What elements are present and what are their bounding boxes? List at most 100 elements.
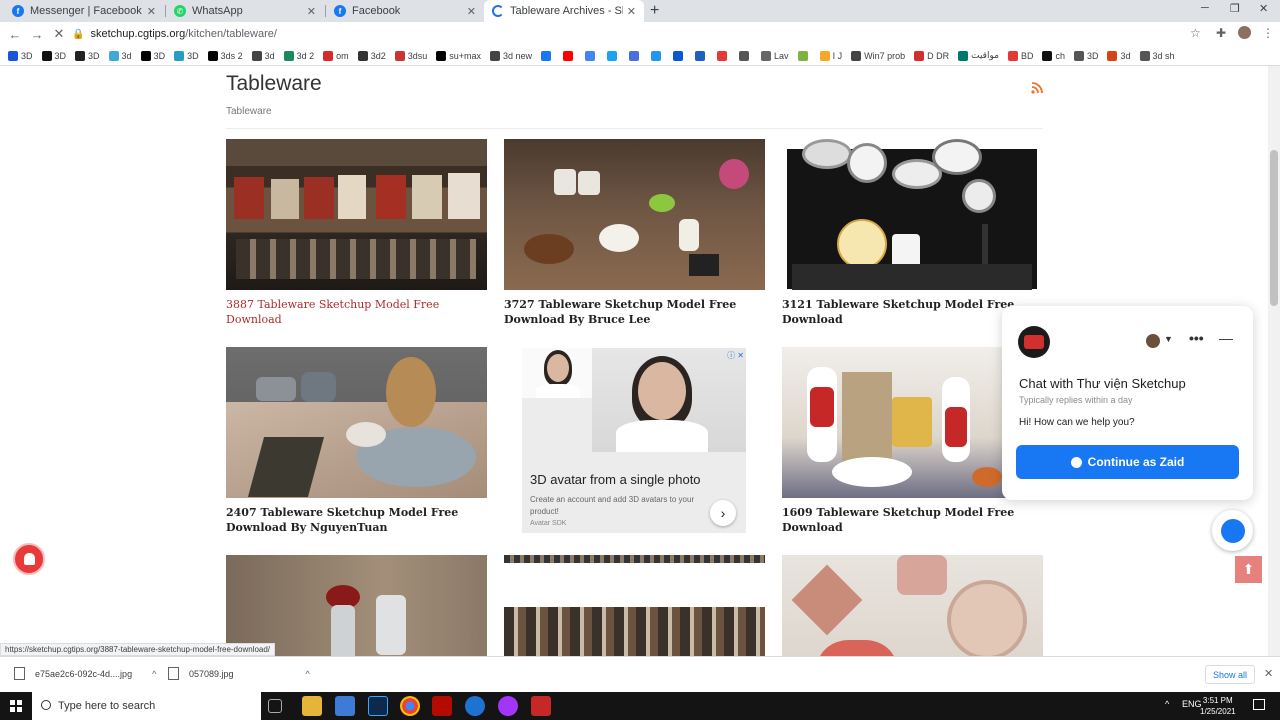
post-card[interactable]: 3121 Tableware Sketchup Model Free Downl… — [782, 139, 1043, 327]
notification-bell-button[interactable] — [13, 543, 45, 575]
bookmark-item[interactable]: 3d — [108, 50, 132, 61]
chevron-up-icon[interactable]: ^ — [152, 669, 156, 679]
bookmark-item[interactable]: BD — [1007, 50, 1033, 61]
post-title-link[interactable]: 2407 Tableware Sketchup Model Free Downl… — [226, 505, 487, 535]
close-tab-icon[interactable]: ✕ — [627, 5, 636, 18]
language-indicator[interactable]: ENG — [1182, 699, 1202, 709]
bookmark-item[interactable]: su+max — [436, 50, 481, 61]
bookmark-item[interactable]: 3D — [140, 50, 165, 61]
bookmark-item[interactable] — [607, 50, 620, 61]
extensions-icon[interactable]: ✚ — [1216, 26, 1226, 40]
bookmark-item[interactable] — [651, 50, 664, 61]
bookmark-item[interactable]: 3D — [8, 50, 33, 61]
chevron-up-icon[interactable]: ^ — [306, 669, 310, 679]
bookmark-item[interactable]: 3D — [75, 50, 100, 61]
file-explorer-icon[interactable] — [302, 696, 322, 716]
scroll-to-top-button[interactable]: ⬆ — [1235, 556, 1262, 583]
post-card[interactable] — [226, 555, 487, 656]
post-card[interactable] — [504, 555, 765, 656]
bookmark-item[interactable]: D DR — [914, 50, 949, 61]
notification-center-icon[interactable] — [1253, 699, 1265, 710]
tray-chevron-icon[interactable]: ^ — [1165, 699, 1169, 709]
calculator-icon[interactable] — [335, 696, 355, 716]
tab-tableware[interactable]: Tableware Archives - Sketchup - ✕ — [484, 0, 644, 22]
stop-loading-button[interactable]: ✕ — [48, 26, 70, 42]
bookmark-item[interactable]: I J — [819, 50, 842, 61]
post-card[interactable]: 3887 Tableware Sketchup Model Free Downl… — [226, 139, 487, 327]
post-card[interactable] — [782, 555, 1043, 656]
close-tab-icon[interactable]: ✕ — [147, 5, 156, 18]
bookmark-item[interactable]: 3d — [251, 50, 275, 61]
advertisement[interactable]: ⓘ ✕ 3D avatar from a single photo Create… — [522, 348, 746, 533]
avatar[interactable] — [1146, 334, 1160, 348]
bookmark-item[interactable] — [629, 50, 642, 61]
taskbar-search-box[interactable]: Type here to search — [32, 692, 261, 720]
windows-start-button[interactable] — [0, 692, 32, 720]
bookmark-item[interactable]: 3ds 2 — [207, 50, 243, 61]
bookmark-item[interactable]: 3d2 — [357, 50, 386, 61]
profile-avatar[interactable] — [1238, 26, 1251, 39]
chrome-icon[interactable] — [400, 696, 420, 716]
post-thumbnail[interactable] — [226, 555, 487, 656]
photoshop-icon[interactable] — [368, 696, 388, 716]
tab-messenger[interactable]: f Messenger | Facebook ✕ — [4, 0, 164, 22]
bookmark-item[interactable] — [717, 50, 730, 61]
teamviewer-icon[interactable] — [465, 696, 485, 716]
post-thumbnail[interactable] — [782, 555, 1043, 656]
tab-facebook[interactable]: f Facebook ✕ — [326, 0, 484, 22]
bookmark-item[interactable]: 3d sh — [1139, 50, 1175, 61]
bookmark-item[interactable]: Win7 prob — [851, 50, 905, 61]
chevron-right-icon[interactable]: › — [710, 500, 736, 526]
bookmark-item[interactable]: 3dsu — [394, 50, 427, 61]
post-thumbnail[interactable] — [504, 139, 765, 290]
sketchup-app-icon[interactable] — [531, 696, 551, 716]
bookmark-item[interactable] — [541, 50, 554, 61]
bookmark-item[interactable]: ch — [1042, 50, 1065, 61]
post-card[interactable]: 3727 Tableware Sketchup Model Free Downl… — [504, 139, 765, 327]
forward-button[interactable]: → — [26, 27, 48, 42]
post-title-link[interactable]: 1609 Tableware Sketchup Model Free Downl… — [782, 505, 1043, 535]
show-all-downloads-button[interactable]: Show all — [1205, 665, 1255, 684]
scrollbar-thumb[interactable] — [1270, 150, 1278, 306]
post-title-link[interactable]: 3887 Tableware Sketchup Model Free Downl… — [226, 297, 487, 327]
bookmark-item[interactable]: 3D — [41, 50, 66, 61]
bookmark-item[interactable] — [695, 50, 708, 61]
tab-whatsapp[interactable]: ✆ WhatsApp ✕ — [166, 0, 324, 22]
bookmark-item[interactable] — [739, 50, 752, 61]
minimize-window-button[interactable]: ─ — [1201, 2, 1209, 14]
download-item[interactable]: 057089.jpg ^ — [168, 667, 310, 680]
post-card[interactable]: 2407 Tableware Sketchup Model Free Downl… — [226, 347, 487, 535]
minimize-chat-icon[interactable]: — — [1219, 330, 1233, 346]
messenger-app-icon[interactable] — [498, 696, 518, 716]
bookmark-item[interactable] — [563, 50, 576, 61]
address-bar[interactable]: 🔒 sketchup.cgtips.org/kitchen/tableware/ — [72, 24, 1212, 44]
maximize-window-button[interactable]: ❐ — [1230, 2, 1240, 15]
breadcrumb[interactable]: Tableware — [226, 106, 272, 117]
bookmark-item[interactable]: 3D — [1073, 50, 1098, 61]
back-button[interactable]: ← — [4, 27, 26, 42]
new-tab-button[interactable]: + — [650, 2, 659, 20]
bookmark-item[interactable]: Lav — [761, 50, 789, 61]
post-thumbnail[interactable] — [504, 555, 765, 656]
continue-as-button[interactable]: Continue as Zaid — [1016, 445, 1239, 479]
page-scrollbar[interactable] — [1268, 66, 1280, 656]
close-downloads-bar-icon[interactable]: ✕ — [1264, 667, 1273, 680]
ad-choices-badge[interactable]: ⓘ ✕ — [727, 350, 744, 361]
rss-icon[interactable] — [1031, 82, 1043, 94]
bookmark-item[interactable] — [797, 50, 811, 61]
ad-title[interactable]: 3D avatar from a single photo — [530, 472, 701, 487]
post-title-link[interactable]: 3727 Tableware Sketchup Model Free Downl… — [504, 297, 765, 327]
bookmark-item[interactable]: 3d new — [490, 50, 532, 61]
more-options-icon[interactable]: ••• — [1189, 330, 1204, 346]
close-window-button[interactable]: ✕ — [1259, 2, 1268, 15]
close-tab-icon[interactable]: ✕ — [467, 5, 476, 18]
download-item[interactable]: e75ae2c6-092c-4d....jpg ^ — [14, 667, 156, 680]
close-tab-icon[interactable]: ✕ — [307, 5, 316, 18]
menu-kebab-icon[interactable]: ⋮ — [1262, 26, 1274, 40]
post-thumbnail[interactable] — [226, 347, 487, 498]
bookmark-item[interactable]: 3D — [174, 50, 199, 61]
bookmark-item[interactable]: مواقيت — [958, 50, 999, 61]
bookmark-star-icon[interactable]: ☆ — [1190, 26, 1201, 40]
bookmark-item[interactable] — [585, 50, 598, 61]
bookmark-item[interactable] — [673, 50, 686, 61]
